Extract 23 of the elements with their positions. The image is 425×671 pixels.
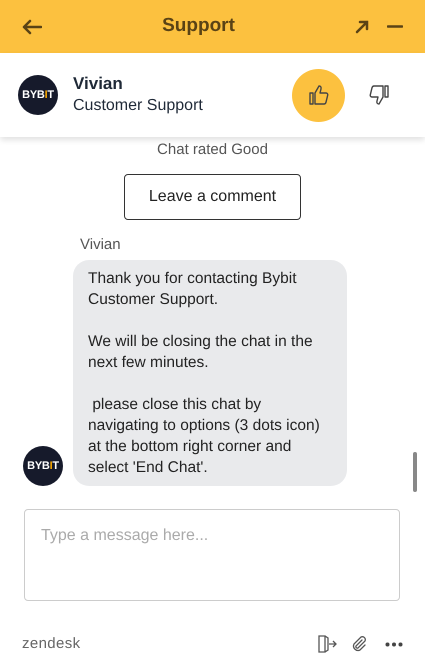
back-arrow-icon[interactable] — [22, 18, 42, 34]
logo-text: BYBIT — [27, 458, 59, 474]
agent-role: Customer Support — [73, 96, 204, 116]
thumbs-up-button[interactable] — [292, 68, 345, 122]
leave-comment-button[interactable]: Leave a comment — [124, 174, 301, 220]
message-paragraph: Thank you for contacting Bybit Customer Support. — [88, 269, 298, 310]
scrollbar[interactable] — [413, 452, 417, 492]
brand-text[interactable]: zendesk — [22, 632, 317, 656]
sender-name: Vivian — [80, 235, 122, 255]
message-paragraph: We will be closing the chat in the next few minutes. — [88, 332, 314, 373]
exit-icon[interactable] — [317, 635, 337, 653]
window-title: Support — [161, 14, 236, 38]
chat-status: Chat rated Good — [156, 140, 269, 160]
thumbs-down-icon — [366, 83, 390, 107]
popout-arrow-icon[interactable] — [355, 20, 369, 34]
message-input[interactable]: Type a message here... — [24, 509, 400, 601]
logo-text: BYBIT — [22, 88, 54, 103]
minimize-icon[interactable] — [387, 25, 403, 28]
more-options-icon[interactable] — [385, 642, 403, 646]
agent-name: Vivian — [73, 73, 124, 95]
message-paragraph: please close this chat by navigating to options (3 dots icon) at the bottom right corner and select 'End Chat'. — [88, 395, 321, 478]
paperclip-icon[interactable] — [351, 635, 367, 653]
thumbs-up-icon — [306, 83, 330, 107]
